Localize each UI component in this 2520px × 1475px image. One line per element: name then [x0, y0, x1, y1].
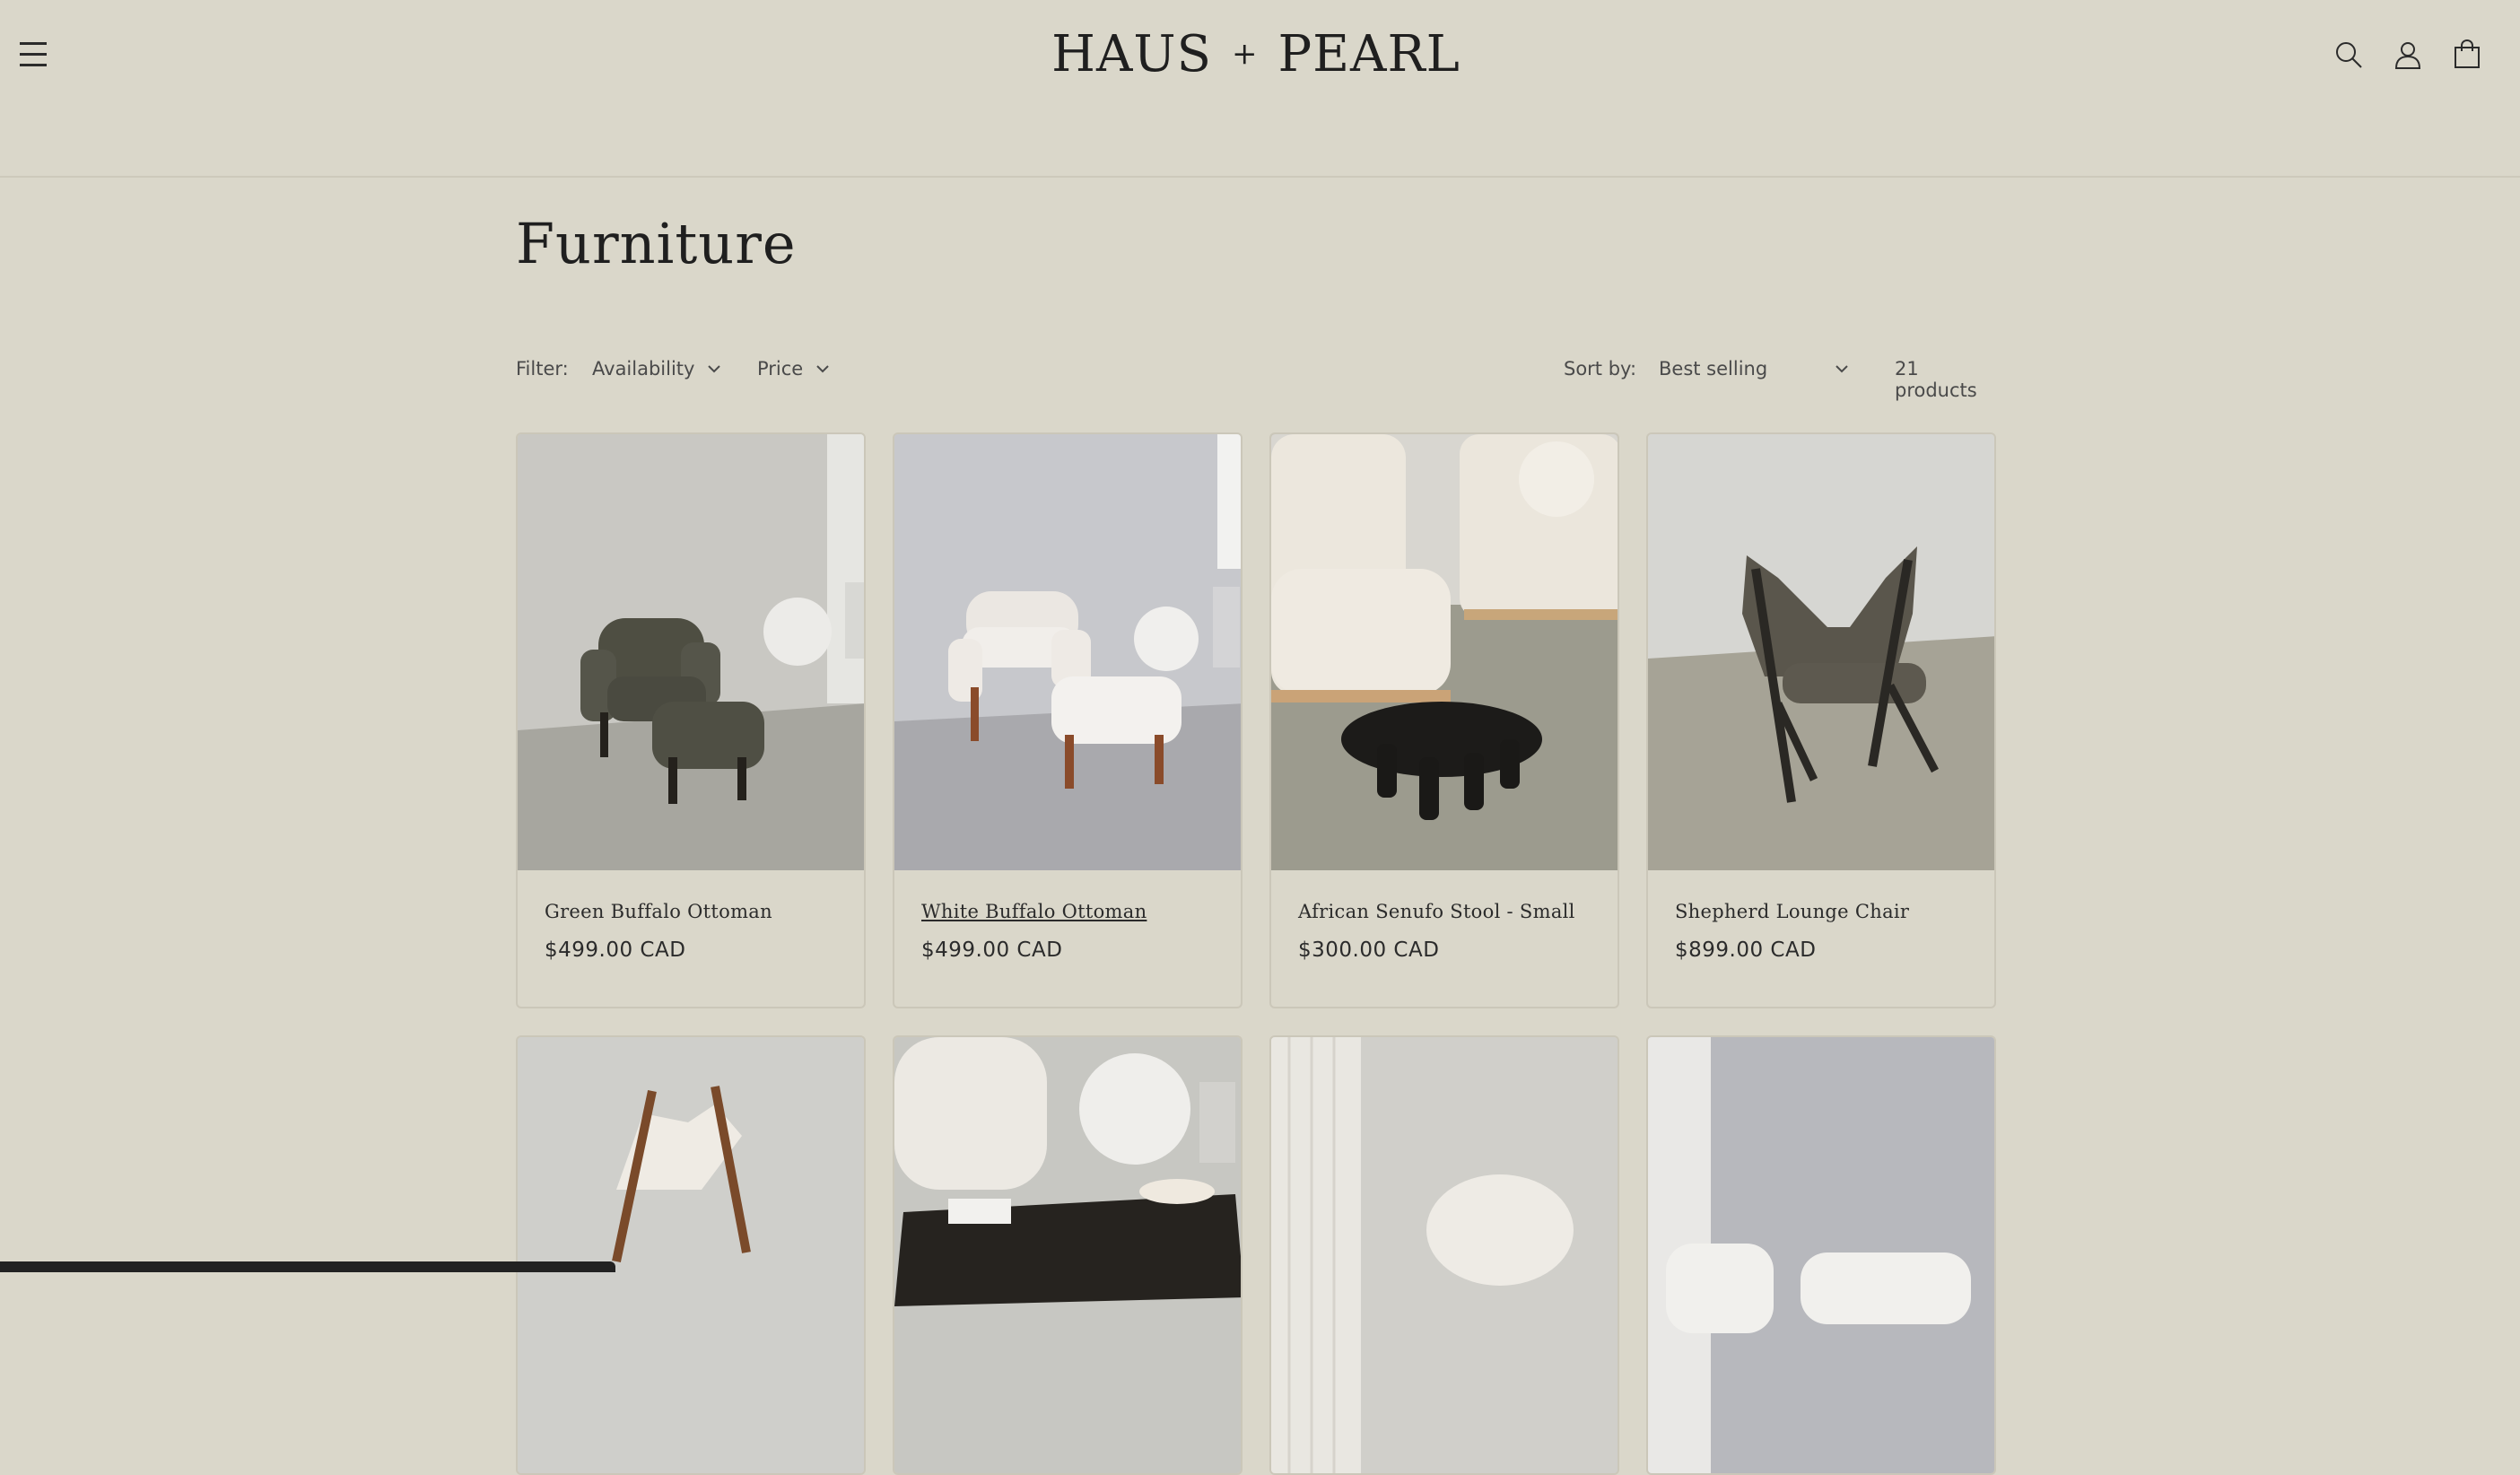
- sort-label: Sort by:: [1564, 358, 1637, 380]
- product-card[interactable]: [893, 1035, 1243, 1475]
- search-icon[interactable]: [2330, 36, 2367, 74]
- menu-icon[interactable]: [20, 38, 52, 70]
- product-price: $300.00 CAD: [1298, 938, 1440, 962]
- product-card[interactable]: [516, 1035, 866, 1475]
- product-title[interactable]: African Senufo Stool - Small: [1298, 901, 1591, 922]
- product-price: $499.00 CAD: [921, 938, 1063, 962]
- product-image[interactable]: [894, 434, 1241, 870]
- brand-plus: +: [1232, 36, 1259, 72]
- brand-left: HAUS: [1051, 24, 1212, 83]
- product-price: $499.00 CAD: [545, 938, 686, 962]
- product-card[interactable]: Green Buffalo Ottoman $499.00 CAD: [516, 432, 866, 1008]
- bottom-overlay-bar: [0, 1261, 615, 1272]
- availability-filter-label: Availability: [592, 358, 695, 380]
- chevron-down-icon: [1836, 365, 1848, 373]
- product-image[interactable]: [1271, 1037, 1618, 1473]
- cart-icon[interactable]: [2448, 36, 2486, 74]
- facets-toolbar: Filter: Availability Price Sort by: Best…: [516, 354, 1996, 401]
- product-image[interactable]: [1271, 434, 1618, 870]
- product-image[interactable]: [518, 1037, 864, 1473]
- site-header: HAUS + PEARL: [0, 0, 2520, 178]
- brand-right: PEARL: [1277, 24, 1461, 83]
- chevron-down-icon: [708, 365, 721, 373]
- page-title: Furniture: [516, 211, 797, 276]
- product-image[interactable]: [1648, 1037, 1994, 1473]
- product-image[interactable]: [894, 1037, 1241, 1473]
- price-filter-label: Price: [757, 358, 804, 380]
- product-card[interactable]: [1269, 1035, 1619, 1475]
- product-card[interactable]: African Senufo Stool - Small $300.00 CAD: [1269, 432, 1619, 1008]
- product-card[interactable]: Shepherd Lounge Chair $899.00 CAD: [1646, 432, 1996, 1008]
- sort-select-value: Best selling: [1659, 358, 1768, 380]
- price-filter[interactable]: Price: [757, 358, 830, 380]
- product-count: 21 products: [1895, 358, 1977, 401]
- account-icon[interactable]: [2389, 36, 2427, 74]
- product-price: $899.00 CAD: [1675, 938, 1817, 962]
- product-title[interactable]: White Buffalo Ottoman: [921, 901, 1214, 922]
- product-card[interactable]: [1646, 1035, 1996, 1475]
- availability-filter[interactable]: Availability: [592, 358, 721, 380]
- sort-select[interactable]: Best selling: [1659, 358, 1849, 380]
- product-title[interactable]: Shepherd Lounge Chair: [1675, 901, 1967, 922]
- site-logo[interactable]: HAUS + PEARL: [1051, 18, 1460, 90]
- product-image[interactable]: [518, 434, 864, 870]
- product-card[interactable]: White Buffalo Ottoman $499.00 CAD: [893, 432, 1243, 1008]
- filter-label: Filter:: [516, 358, 569, 380]
- chevron-down-icon: [816, 365, 829, 373]
- product-image[interactable]: [1648, 434, 1994, 870]
- product-title[interactable]: Green Buffalo Ottoman: [545, 901, 837, 922]
